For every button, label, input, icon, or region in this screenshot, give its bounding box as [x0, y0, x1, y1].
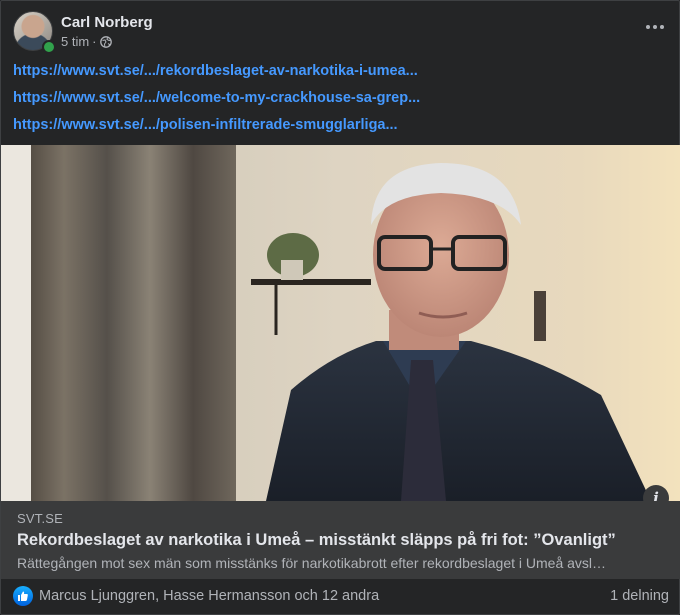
- preview-title[interactable]: Rekordbeslaget av narkotika i Umeå – mis…: [17, 531, 616, 550]
- globe-icon[interactable]: [99, 35, 112, 48]
- share-count[interactable]: 1 delning: [610, 588, 669, 604]
- post-card: Carl Norberg 5 tim · https://www.svt.se/…: [0, 0, 680, 615]
- meta-separator: ·: [92, 34, 97, 49]
- preview-description: Rättegången mot sex män som misstänks fö…: [17, 555, 607, 571]
- post-link-3[interactable]: https://www.svt.se/.../polisen-infiltrer…: [13, 115, 420, 142]
- post-timestamp[interactable]: 5 tim: [61, 34, 89, 49]
- preview-source: SVT.SE: [17, 511, 63, 526]
- post-link-2[interactable]: https://www.svt.se/.../welcome-to-my-cra…: [13, 88, 420, 115]
- post-header: Carl Norberg 5 tim ·: [13, 11, 669, 54]
- author-name[interactable]: Carl Norberg: [61, 14, 153, 31]
- link-preview-text[interactable]: SVT.SE Rekordbeslaget av narkotika i Ume…: [1, 501, 680, 579]
- post-link-1[interactable]: https://www.svt.se/.../rekordbeslaget-av…: [13, 61, 420, 88]
- more-horizontal-icon: [646, 25, 650, 29]
- reaction-names[interactable]: Marcus Ljunggren, Hasse Hermansson och 1…: [39, 588, 379, 604]
- more-options-button[interactable]: [641, 17, 669, 37]
- online-status-indicator: [42, 40, 56, 54]
- like-icon[interactable]: [13, 586, 33, 606]
- thumbs-up-icon: [18, 591, 28, 601]
- link-preview-image[interactable]: i: [1, 145, 680, 501]
- post-meta: 5 tim ·: [61, 34, 112, 49]
- portrait-photo: [1, 145, 680, 501]
- post-footer: Marcus Ljunggren, Hasse Hermansson och 1…: [13, 586, 669, 608]
- post-links: https://www.svt.se/.../rekordbeslaget-av…: [13, 61, 420, 142]
